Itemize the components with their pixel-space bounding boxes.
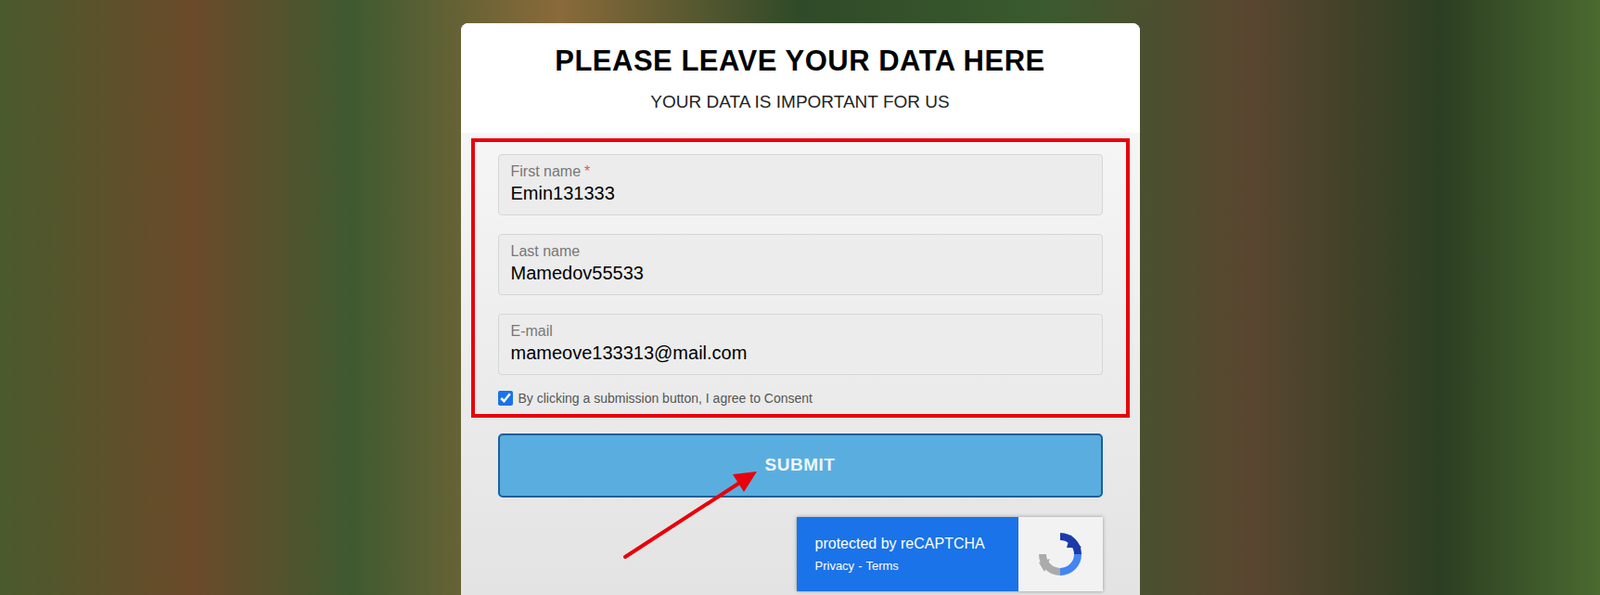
field-label: E-mail	[511, 321, 1090, 341]
field-label-text: First name	[511, 162, 582, 181]
form-actions: SUBMIT protected by reCAPTCHA Privacy-Term…	[471, 417, 1130, 591]
field-label: Last name	[511, 242, 1090, 261]
recaptcha-icon	[1036, 530, 1084, 577]
background-photo: PLEASE LEAVE YOUR DATA HERE YOUR DATA IS …	[0, 0, 1600, 595]
field-label: First name*	[511, 162, 1090, 181]
form-wrapper: PLEASE LEAVE YOUR DATA HERE YOUR DATA IS …	[0, 0, 1600, 595]
recaptcha-logo	[1018, 516, 1103, 591]
form-card: PLEASE LEAVE YOUR DATA HERE YOUR DATA IS …	[460, 23, 1140, 595]
submit-button[interactable]: SUBMIT	[498, 433, 1103, 498]
recaptcha-link[interactable]: Terms	[865, 558, 898, 574]
link-separator: -	[857, 558, 862, 574]
consent-checkbox[interactable]	[498, 390, 513, 406]
recaptcha-badge[interactable]: protected by reCAPTCHA Privacy-Terms	[796, 516, 1103, 591]
form-subtitle: YOUR DATA IS IMPORTANT FOR US	[650, 90, 949, 114]
recaptcha-title: protected by reCAPTCHA	[815, 534, 1000, 553]
form-title: PLEASE LEAVE YOUR DATA HERE	[554, 44, 1046, 78]
form-field[interactable]: E-mail	[498, 313, 1103, 375]
form-field[interactable]: Last name	[498, 233, 1103, 295]
consent-label: By clicking a submission button, I agree…	[518, 389, 814, 407]
recaptcha-link[interactable]: Privacy	[815, 558, 856, 574]
field-input[interactable]	[511, 340, 1090, 365]
recaptcha-text: protected by reCAPTCHA Privacy-Terms	[796, 516, 1019, 591]
form-header: PLEASE LEAVE YOUR DATA HERE YOUR DATA IS …	[460, 23, 1140, 133]
field-input[interactable]	[511, 180, 1090, 205]
field-input[interactable]	[511, 260, 1090, 285]
recaptcha-links: Privacy-Terms	[815, 558, 1000, 574]
required-mark: *	[584, 162, 590, 181]
arrow-icon	[0, 0, 1600, 595]
consent-row[interactable]: By clicking a submission button, I agree…	[498, 389, 1103, 407]
highlight-box: First name* Last name E-mail By clicking a …	[471, 138, 1130, 418]
field-label-text: E-mail	[511, 321, 553, 341]
field-label-text: Last name	[511, 242, 581, 261]
recaptcha-row: protected by reCAPTCHA Privacy-Terms	[498, 516, 1103, 591]
form-field[interactable]: First name*	[498, 153, 1103, 216]
